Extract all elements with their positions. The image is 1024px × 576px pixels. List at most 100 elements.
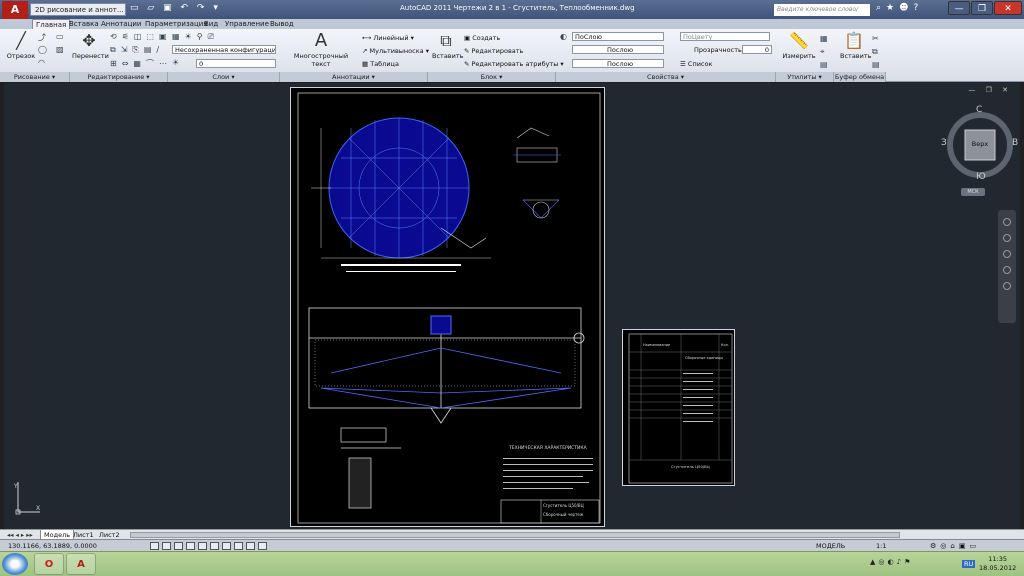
viewcube-south[interactable]: Ю <box>976 172 986 182</box>
match-properties-icon[interactable]: ◐ <box>560 32 567 41</box>
horizontal-scrollbar[interactable] <box>130 532 900 538</box>
wcs-dropdown[interactable]: МСК <box>961 188 985 196</box>
move-button[interactable]: ✥ Перенести <box>72 32 109 61</box>
hatch-icon[interactable]: ▨ <box>56 45 64 54</box>
list-button[interactable]: ☰ Список <box>680 60 712 68</box>
create-block-button[interactable]: ▣ Создать <box>464 34 500 42</box>
svg-text:X: X <box>36 505 40 512</box>
workspace-dropdown[interactable]: 2D рисование и аннот... <box>30 3 126 16</box>
tab-view[interactable]: Вид <box>201 19 221 29</box>
insert-block-label: Вставить <box>432 52 464 60</box>
viewcube[interactable]: С Ю З В Верх <box>941 105 1018 182</box>
drawing-sheet-spec[interactable]: Наименование Кол. Сборочные единицы Сгус… <box>622 329 735 486</box>
start-button[interactable]: ⊞ <box>2 553 28 575</box>
properties-panel-footer[interactable]: Свойства ▾ <box>556 72 776 82</box>
measure-button[interactable]: 📏 Измерить <box>782 31 816 61</box>
list-label: Список <box>687 60 713 68</box>
viewcube-north[interactable]: С <box>976 105 982 115</box>
snap-toggle[interactable] <box>150 542 159 550</box>
color-dropdown[interactable]: ПоСлою <box>572 32 664 41</box>
polyline-icon[interactable]: ⤴ <box>38 32 46 43</box>
tab-home[interactable]: Главная <box>32 19 71 29</box>
dyn-toggle[interactable] <box>234 542 243 550</box>
linetype-dropdown[interactable]: Послою <box>572 45 664 54</box>
layer-dropdown[interactable]: 0 <box>196 59 276 68</box>
restore-button[interactable]: ❐ <box>971 1 993 15</box>
taskbar-opera-icon[interactable]: O <box>34 553 64 575</box>
model-space-button[interactable]: МОДЕЛЬ <box>816 541 845 551</box>
multileader-label: Мультивыноска <box>369 47 424 55</box>
insert-block-button[interactable]: ⧉ Вставить <box>432 32 464 61</box>
linear-dim-button[interactable]: ⟷ Линейный ▾ <box>362 34 414 42</box>
title-bar: A 2D рисование и аннот... ▭ ▱ ▣ ↶ ↷ ▾ Au… <box>0 0 1024 25</box>
layer-tools[interactable]: ▦☀⚲⎚ <box>172 32 219 42</box>
annotation-scale[interactable]: 1:1 <box>876 541 886 551</box>
multileader-button[interactable]: ↗ Мультивыноска ▾ <box>362 47 429 55</box>
transparency-input[interactable]: 0 <box>742 45 772 54</box>
utilities-panel-footer[interactable]: Утилиты ▾ <box>776 72 834 82</box>
arc-icon[interactable]: ◠ <box>38 58 45 67</box>
utility-tools[interactable]: ▦ ⌖ ▤ <box>820 32 828 71</box>
viewcube-east[interactable]: В <box>1012 138 1018 148</box>
drawing-sheet-main[interactable]: ТЕХНИЧЕСКАЯ ХАРАКТЕРИСТИКА Сгуститель Ц5… <box>290 87 605 527</box>
navigation-bar[interactable] <box>998 210 1016 323</box>
window-title: AutoCAD 2011 Чертежи 2 в 1 - Сгуститель,… <box>400 4 635 12</box>
spec-title: ТЕХНИЧЕСКАЯ ХАРАКТЕРИСТИКА <box>509 446 587 451</box>
autocad-logo[interactable]: A <box>2 1 28 19</box>
clipboard-tools[interactable]: ✂ ⧉ ▤ <box>872 32 880 71</box>
status-bar: 130.1166, 63.1889, 0.0000 МОДЕЛЬ 1:1 ⚙◎⌂… <box>0 539 1024 551</box>
annotations-panel-footer[interactable]: Аннотации ▾ <box>280 72 428 82</box>
mtext-button[interactable]: A Многострочный текст <box>288 32 354 69</box>
ucs-icon: Y X <box>13 482 40 515</box>
edit-attributes-button[interactable]: ✎ Редактировать атрибуты ▾ <box>464 60 564 68</box>
ortho-toggle[interactable] <box>174 542 183 550</box>
block-panel-footer[interactable]: Блок ▾ <box>428 72 556 82</box>
tab-manage[interactable]: Управление <box>222 19 272 29</box>
drawing-window-controls[interactable]: — ❐ ✕ <box>968 86 1012 94</box>
steeringwheel-icon <box>1003 266 1011 274</box>
viewcube-top-face[interactable]: Верх <box>965 140 995 148</box>
infocenter-icons[interactable]: ⌕★☻? <box>876 3 923 13</box>
layers-panel-footer[interactable]: Слои ▾ <box>168 72 280 82</box>
lineweight-dropdown[interactable]: Послою <box>572 59 664 68</box>
grid-toggle[interactable] <box>162 542 171 550</box>
close-button[interactable]: ✕ <box>994 1 1022 15</box>
minimize-button[interactable]: — <box>948 1 970 15</box>
language-indicator[interactable]: RU <box>962 560 976 568</box>
search-input[interactable]: Введите ключевое слово/фразу <box>774 4 870 25</box>
status-tray-icons[interactable]: ⚙◎⌂▣▭ <box>930 542 980 550</box>
circle-icon[interactable]: ◯ <box>38 45 47 54</box>
paste-button[interactable]: 📋 Вставить <box>840 32 871 61</box>
draw-panel-footer[interactable]: Рисование ▾ <box>0 72 70 82</box>
layer-state-dropdown[interactable]: Несохраненная конфигурация сл <box>172 45 276 54</box>
clipboard-panel-footer[interactable]: Буфер обмена <box>834 72 886 82</box>
modify-tools-row1[interactable]: ⟲⚟◫⬚▣ <box>110 32 172 41</box>
lweight-toggle[interactable] <box>246 542 255 550</box>
spec-stamp: Сгуститель Ц50/ВЦ <box>671 464 710 469</box>
system-tray-icons[interactable]: ▲◎◐♪⚑ <box>870 558 913 566</box>
transparency-toggle[interactable] <box>258 542 267 550</box>
viewcube-west[interactable]: З <box>941 138 947 148</box>
tab-annotate[interactable]: Аннотации <box>98 19 144 29</box>
modify-tools-row2[interactable]: ⧉⇲⎘▤∕ <box>110 45 164 55</box>
tab-insert[interactable]: Вставка <box>66 19 102 29</box>
otrack-toggle[interactable] <box>210 542 219 550</box>
quick-access-toolbar[interactable]: ▭ ▱ ▣ ↶ ↷ ▾ <box>130 3 221 13</box>
line-label: Отрезок <box>6 52 36 60</box>
rectangle-icon[interactable]: ▭ <box>56 32 64 41</box>
table-button[interactable]: ▦ Таблица <box>362 60 399 68</box>
plotstyle-dropdown[interactable]: ПоЦвету <box>680 32 770 41</box>
polar-toggle[interactable] <box>186 542 195 550</box>
ducs-toggle[interactable] <box>222 542 231 550</box>
taskbar-autocad-icon[interactable]: A <box>66 553 96 575</box>
stamp-subtitle: Сборочный чертеж <box>543 512 584 517</box>
ruler-icon: 📏 <box>789 31 809 50</box>
osnap-toggle[interactable] <box>198 542 207 550</box>
system-clock[interactable]: 11:35 18.05.2012 <box>979 555 1016 573</box>
modify-tools-row3[interactable]: ⊞⇔▦⌒⋯ <box>110 58 172 69</box>
tab-output[interactable]: Вывод <box>267 19 297 29</box>
create-block-label: Создать <box>472 34 501 42</box>
modify-panel-footer[interactable]: Редактирование ▾ <box>70 72 168 82</box>
line-button[interactable]: ╱ Отрезок <box>6 32 36 61</box>
edit-block-button[interactable]: ✎ Редактировать <box>464 47 523 55</box>
